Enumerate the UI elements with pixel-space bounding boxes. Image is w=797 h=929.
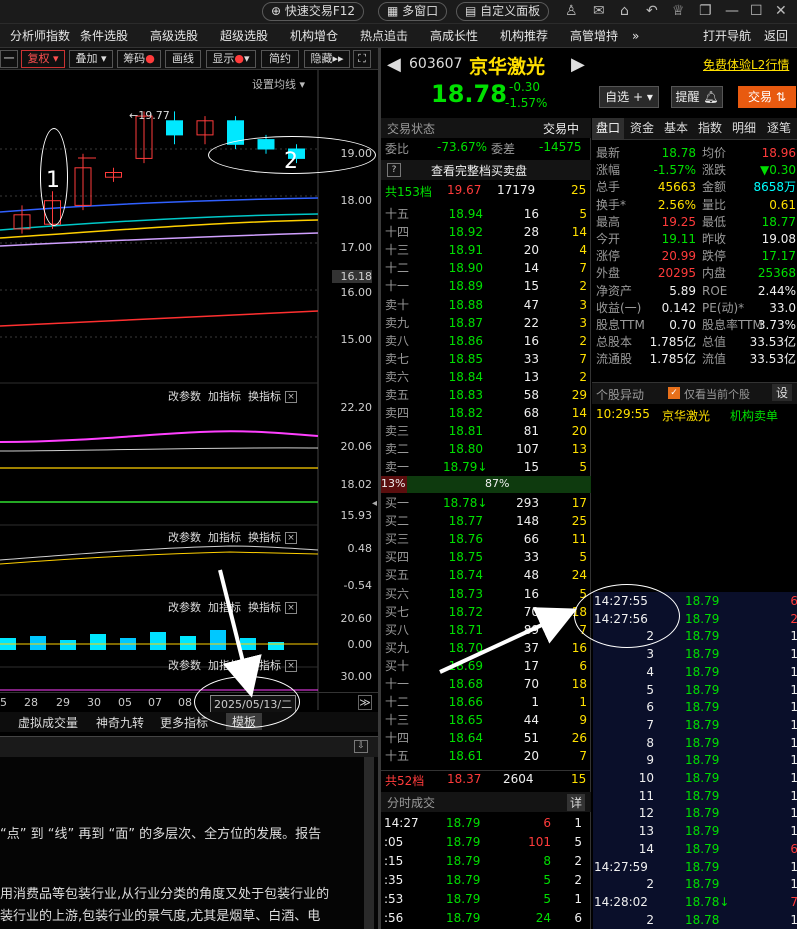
arrow-to-date	[218, 569, 262, 698]
arrow-to-ticks	[439, 607, 578, 674]
annotation-arrows	[218, 569, 578, 698]
